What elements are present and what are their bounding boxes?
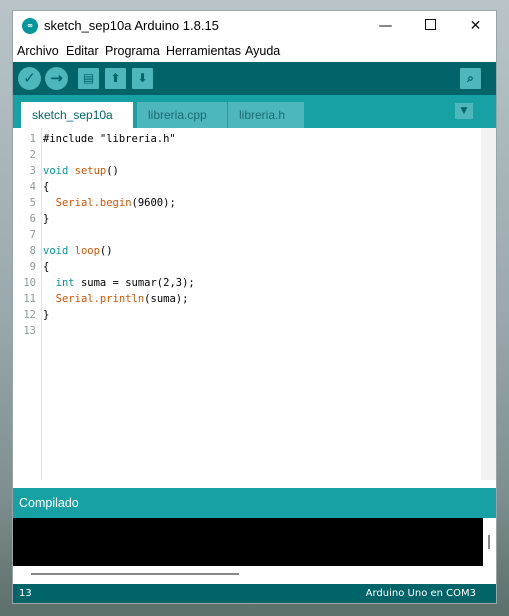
line-number: 2 — [29, 149, 36, 161]
code-text-segment: (9600); — [131, 197, 176, 209]
horizontal-scroll-thumb[interactable] — [31, 573, 239, 575]
save-sketch-button[interactable]: ⬇ — [132, 68, 153, 89]
code-line-9: { — [43, 261, 49, 273]
code-line-3: void setup() — [43, 165, 119, 177]
maximize-icon — [425, 19, 436, 30]
status-footer: 13 Arduino Uno en COM3 — [13, 584, 496, 603]
editor-vertical-scrollbar[interactable] — [481, 128, 496, 480]
code-text-segment: suma = sumar(2,3); — [74, 277, 195, 289]
verify-button[interactable]: ✓ — [18, 67, 41, 90]
current-line-number: 13 — [19, 588, 32, 599]
upload-button[interactable]: → — [45, 67, 68, 90]
keyword: void — [43, 245, 69, 257]
tab-libreria-cpp[interactable]: libreria.cpp § — [137, 102, 227, 148]
console-vertical-scrollbar[interactable] — [483, 518, 496, 566]
line-number: 8 — [29, 245, 36, 257]
code-text-segment: () — [106, 165, 119, 177]
code-text-segment: } — [43, 309, 50, 321]
code-editor[interactable]: 1 2 3 4 5 6 7 8 9 10 11 12 13 #include "… — [13, 128, 496, 480]
function-name: setup — [74, 165, 107, 177]
code-line-11: Serial.println(suma); — [43, 293, 189, 305]
menu-archivo[interactable]: Archivo — [17, 44, 59, 58]
line-number: 11 — [23, 293, 36, 305]
code-text-segment: (suma); — [144, 293, 189, 305]
menu-ayuda[interactable]: Ayuda — [245, 44, 280, 58]
code-line-8: void loop() — [43, 245, 113, 257]
line-number: 4 — [29, 181, 36, 193]
line-number: 10 — [23, 277, 36, 289]
line-number: 7 — [29, 229, 36, 241]
console-scroll-thumb[interactable] — [488, 535, 490, 549]
line-number-gutter: 1 2 3 4 5 6 7 8 9 10 11 12 13 — [13, 128, 42, 480]
console-horizontal-scrollbar[interactable] — [13, 566, 496, 584]
title-bar: ∞ sketch_sep10a Arduino 1.8.15 — ✕ — [13, 11, 496, 42]
line-number: 12 — [23, 309, 36, 321]
serial-monitor-button[interactable]: ⌕ — [460, 68, 481, 89]
console-status-label: Compilado — [19, 496, 79, 510]
tab-libreria-h[interactable]: libreria.h § — [228, 102, 304, 148]
tab-menu-chevron-down-icon[interactable]: ▼ — [455, 103, 473, 119]
function-name: Serial.begin — [55, 197, 132, 209]
code-text-segment: { — [43, 261, 50, 273]
close-button[interactable]: ✕ — [453, 11, 496, 42]
menu-editar[interactable]: Editar — [66, 44, 99, 58]
tab-bar: sketch_sep10a § libreria.cpp § libreria.… — [13, 95, 496, 148]
line-number: 3 — [29, 165, 36, 177]
code-line-12: } — [43, 309, 49, 321]
board-port-info: Arduino Uno en COM3 — [365, 588, 476, 599]
menu-programa[interactable]: Programa — [105, 44, 160, 58]
toolbar: ✓ → ▤ ⬆ ⬇ ⌕ — [13, 62, 496, 95]
new-sketch-button[interactable]: ▤ — [78, 68, 99, 89]
code-line-6: } — [43, 213, 49, 225]
code-line-5: Serial.begin(9600); — [43, 197, 176, 209]
function-name: Serial.println — [55, 293, 145, 305]
code-text-segment: } — [43, 213, 50, 225]
line-number: 1 — [29, 133, 36, 145]
console-output[interactable] — [13, 518, 496, 566]
line-number: 9 — [29, 261, 36, 273]
open-sketch-button[interactable]: ⬆ — [105, 68, 126, 89]
keyword: void — [43, 165, 69, 177]
function-name: loop — [74, 245, 100, 257]
code-line-1: #include "libreria.h" — [43, 133, 176, 145]
console-header: Compilado — [13, 488, 496, 518]
code-line-4: { — [43, 181, 49, 193]
keyword: int — [55, 277, 75, 289]
code-line-10: int suma = sumar(2,3); — [43, 277, 195, 289]
line-number: 6 — [29, 213, 36, 225]
maximize-button[interactable] — [408, 11, 453, 42]
arduino-ide-window: ∞ sketch_sep10a Arduino 1.8.15 — ✕ Archi… — [12, 10, 497, 604]
window-title: sketch_sep10a Arduino 1.8.15 — [44, 18, 219, 33]
include-directive: #include "libreria.h" — [43, 133, 176, 145]
arduino-logo-icon: ∞ — [22, 18, 38, 34]
minimize-button[interactable]: — — [363, 11, 408, 42]
tab-sketch-sep10a[interactable]: sketch_sep10a § — [21, 102, 133, 148]
line-number: 5 — [29, 197, 36, 209]
menu-herramientas[interactable]: Herramientas — [166, 44, 241, 58]
menu-bar: Archivo Editar Programa Herramientas Ayu… — [13, 42, 496, 62]
line-number: 13 — [23, 325, 36, 337]
code-text-segment: () — [99, 245, 113, 257]
code-text-segment: { — [43, 181, 50, 193]
editor-status-divider — [13, 480, 496, 488]
